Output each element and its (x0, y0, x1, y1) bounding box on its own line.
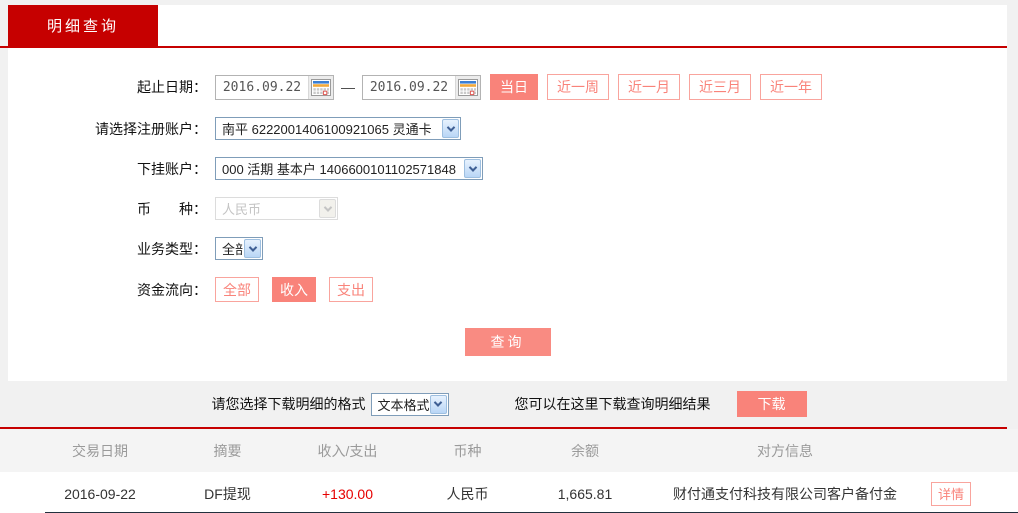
chevron-down-icon (442, 119, 459, 138)
tab-bar: 明细查询 (8, 5, 1007, 46)
date-range-row: 起止日期： 2016.09.22 — 2016.09.22 当日 近一周 近一月… (8, 74, 1007, 100)
sub-account-value: 000 活期 基本户 1406600101102571848 (222, 162, 456, 177)
sub-account-row: 下挂账户： 000 活期 基本户 1406600101102571848 (8, 157, 1007, 180)
download-row: 请您选择下载明细的格式 文本格式 (.txt) 您可以在这里下载查询明细结果 下… (0, 381, 1018, 427)
register-account-row: 请选择注册账户： 南平 6222001406100921065 灵通卡 (8, 117, 1007, 140)
calendar-icon (311, 78, 331, 96)
end-date-input[interactable]: 2016.09.22 (362, 74, 481, 100)
download-hint-text: 您可以在这里下载查询明细结果 (514, 396, 711, 412)
business-type-value: 全部 (222, 242, 243, 257)
cell-currency: 人民币 (446, 485, 489, 502)
register-account-value: 南平 6222001406100921065 灵通卡 (222, 122, 432, 137)
quick-range-month-button[interactable]: 近一月 (618, 74, 680, 100)
currency-label: 币 种： (137, 200, 207, 217)
start-date-calendar-button[interactable] (308, 75, 333, 99)
tab-label: 明细查询 (46, 18, 119, 35)
quick-range-week-button[interactable]: 近一周 (547, 74, 609, 100)
fund-direction-all-button[interactable]: 全部 (215, 277, 259, 302)
query-form-panel: 起止日期： 2016.09.22 — 2016.09.22 当日 近一周 近一月… (8, 48, 1007, 381)
sub-account-select[interactable]: 000 活期 基本户 1406600101102571848 (215, 157, 483, 180)
start-date-value: 2016.09.22 (222, 79, 302, 95)
chevron-down-icon (429, 394, 447, 414)
currency-row: 币 种： 人民币 (8, 197, 1007, 220)
end-date-calendar-button[interactable] (455, 75, 480, 99)
header-summary: 摘要 (213, 442, 242, 459)
currency-select: 人民币 (215, 197, 338, 220)
query-button-row: 查询 (8, 328, 1007, 356)
quick-range-year-button[interactable]: 近一年 (760, 74, 822, 100)
download-format-label: 请您选择下载明细的格式 (211, 396, 366, 412)
query-button[interactable]: 查询 (464, 328, 551, 356)
fund-direction-label: 资金流向： (137, 281, 207, 298)
business-type-row: 业务类型： 全部 (8, 237, 1007, 260)
header-income-expense: 收入/支出 (317, 442, 378, 459)
cell-balance: 1,665.81 (557, 485, 613, 502)
start-date-input[interactable]: 2016.09.22 (215, 74, 334, 100)
register-account-label: 请选择注册账户： (95, 120, 207, 137)
quick-range-today-button[interactable]: 当日 (490, 74, 538, 100)
fund-direction-income-button[interactable]: 收入 (272, 277, 316, 302)
table-header-row: 交易日期 摘要 收入/支出 币种 余额 对方信息 (0, 429, 1018, 472)
detail-button[interactable]: 详情 (931, 481, 971, 506)
fund-direction-row: 资金流向： 全部 收入 支出 (8, 277, 1007, 302)
chevron-down-icon (244, 239, 261, 258)
cell-summary: DF提现 (204, 485, 251, 502)
currency-value: 人民币 (222, 202, 262, 217)
table-row: 2016-09-22 DF提现 +130.00 人民币 1,665.81 财付通… (0, 472, 1018, 513)
download-format-value: 文本格式 (.txt) (377, 397, 429, 413)
tab-detail-query[interactable]: 明细查询 (8, 5, 158, 46)
calendar-icon (458, 78, 478, 96)
header-counterparty: 对方信息 (757, 442, 813, 459)
header-currency: 币种 (453, 442, 482, 459)
business-type-label: 业务类型： (137, 240, 207, 257)
header-transaction-date: 交易日期 (72, 442, 128, 459)
detail-query-page: 明细查询 起止日期： 2016.09.22 — 2016.09.22 当日 近一… (0, 0, 1018, 513)
sub-account-label: 下挂账户： (137, 160, 207, 177)
business-type-select[interactable]: 全部 (215, 237, 263, 260)
cell-amount: +130.00 (322, 485, 373, 502)
cell-counterparty: 财付通支付科技有限公司客户备付金 (673, 485, 897, 502)
chevron-down-icon (464, 159, 481, 178)
cell-transaction-date: 2016-09-22 (64, 485, 136, 502)
date-range-separator: — (341, 79, 355, 95)
download-format-select[interactable]: 文本格式 (.txt) (370, 392, 449, 416)
fund-direction-expense-button[interactable]: 支出 (329, 277, 373, 302)
quick-range-quarter-button[interactable]: 近三月 (689, 74, 751, 100)
download-button[interactable]: 下载 (736, 391, 807, 417)
date-range-label: 起止日期： (137, 79, 207, 95)
end-date-value: 2016.09.22 (369, 79, 449, 95)
register-account-select[interactable]: 南平 6222001406100921065 灵通卡 (215, 117, 461, 140)
chevron-down-icon (319, 199, 336, 218)
header-balance: 余额 (571, 442, 599, 459)
